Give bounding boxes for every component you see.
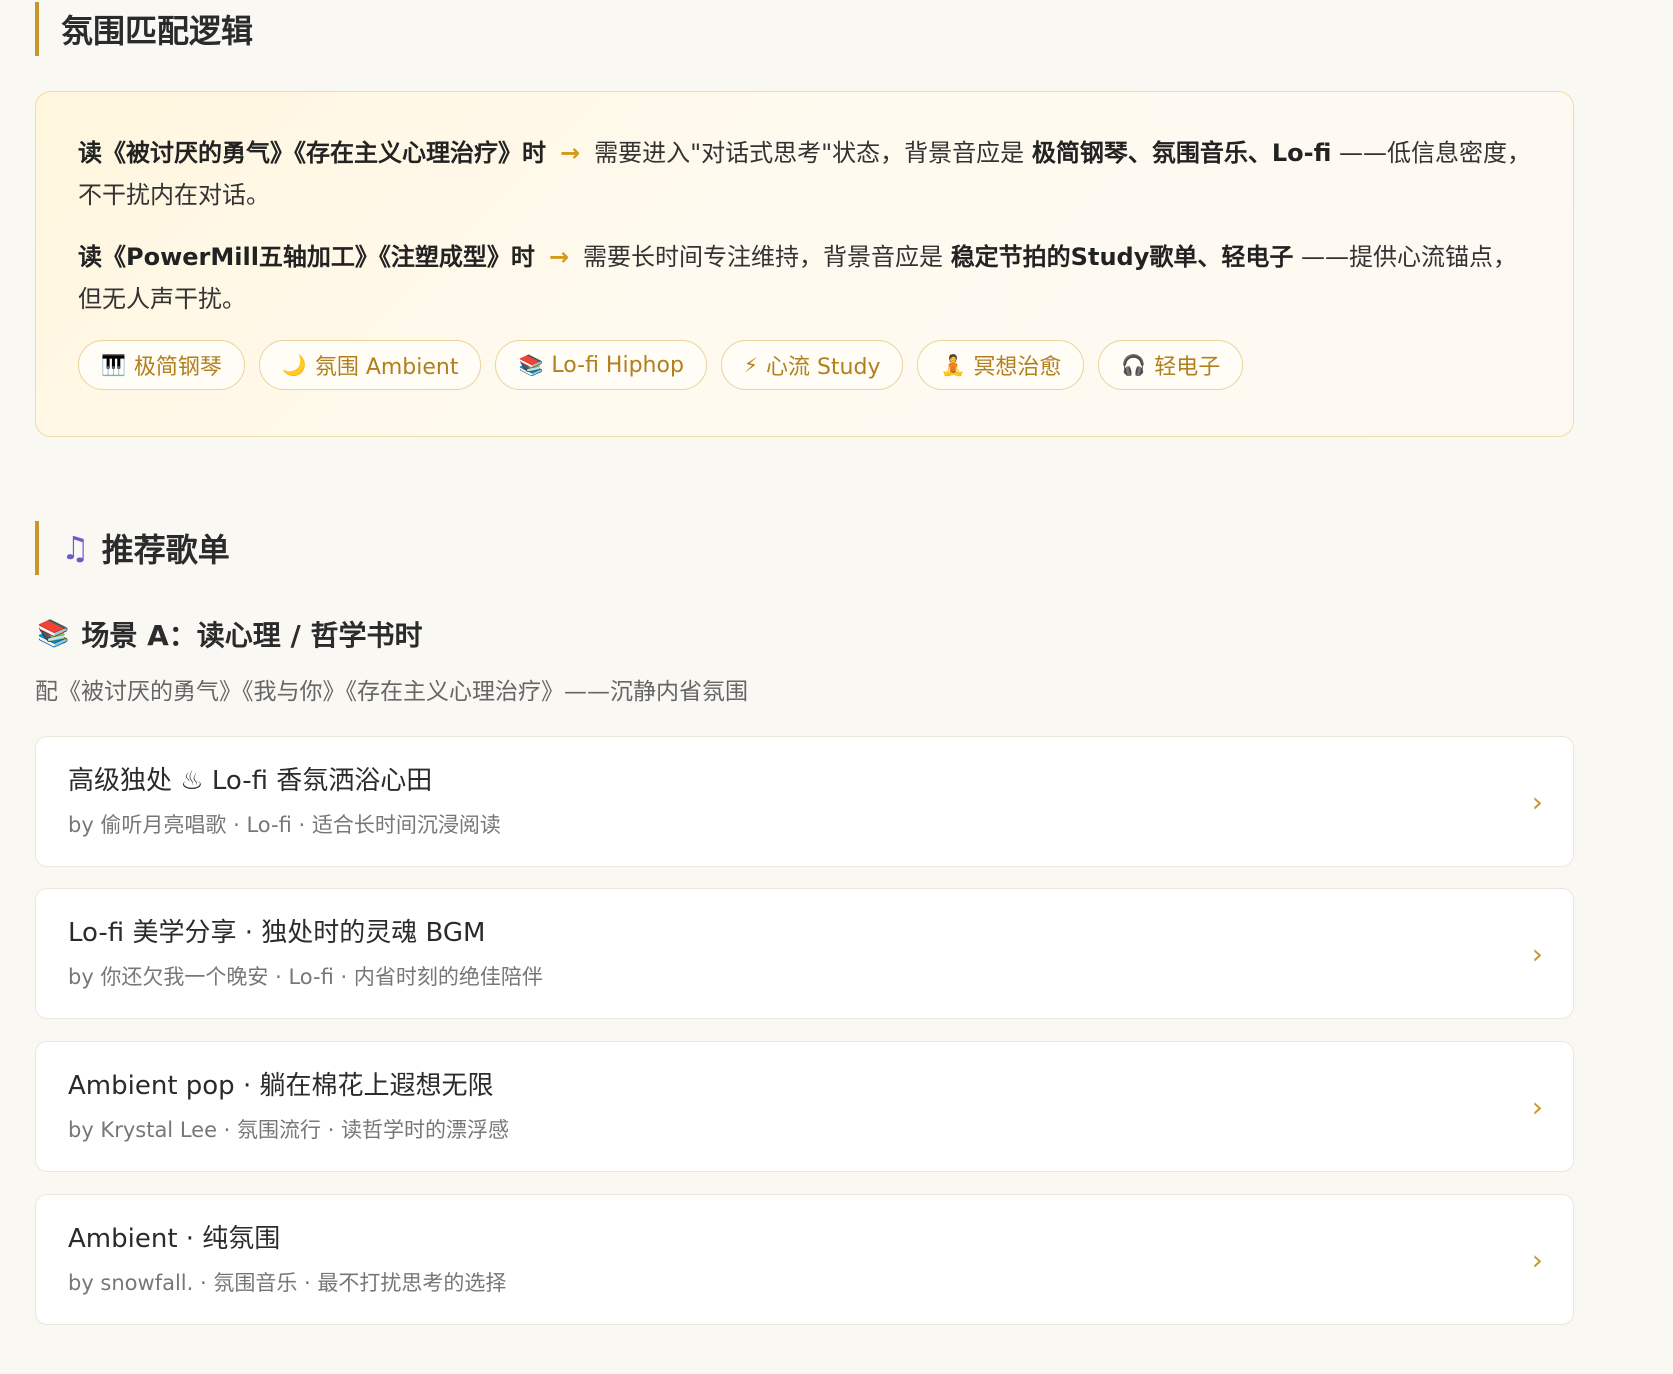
section-title: 氛围匹配逻辑 bbox=[61, 12, 254, 50]
books-icon: 📚 bbox=[518, 353, 544, 377]
section-heading-atmosphere: 氛围匹配逻辑 bbox=[35, 2, 253, 56]
playlist-card[interactable]: Ambient · 纯氛围 by snowfall. · 氛围音乐 · 最不打扰… bbox=[35, 1194, 1574, 1325]
section-heading-playlists: ♫ 推荐歌单 bbox=[35, 521, 230, 575]
moon-icon: 🌙 bbox=[281, 353, 307, 377]
tag-label: 轻电子 bbox=[1154, 355, 1221, 380]
scene-title-text: 场景 A：读心理 / 哲学书时 bbox=[81, 619, 423, 652]
logic-highlight: 稳定节拍的Study歌单、轻电子 bbox=[950, 243, 1294, 271]
tag-lofi[interactable]: 📚 Lo-fi Hiphop bbox=[495, 340, 707, 390]
books-icon: 📚 bbox=[37, 619, 70, 649]
page: 氛围匹配逻辑 读《被讨厌的勇气》《存在主义心理治疗》时 → 需要进入"对话式思考"状… bbox=[0, 0, 1673, 1374]
scene-description: 配《被讨厌的勇气》《我与你》《存在主义心理治疗》——沉静内省氛围 bbox=[35, 679, 748, 705]
genre-tags: 🎹 极简钢琴 🌙 氛围 Ambient 📚 Lo-fi Hiphop ⚡ 心流 Stud… bbox=[78, 340, 1531, 390]
logic-lead: 读《被讨厌的勇气》《存在主义心理治疗》时 bbox=[78, 139, 546, 167]
scene-title: 📚 场景 A：读心理 / 哲学书时 bbox=[37, 614, 423, 654]
chevron-right-icon: › bbox=[1531, 1090, 1543, 1123]
piano-icon: 🎹 bbox=[101, 353, 126, 377]
tag-label: 心流 Study bbox=[765, 355, 881, 380]
logic-paragraph-psychology: 读《被讨厌的勇气》《存在主义心理治疗》时 → 需要进入"对话式思考"状态，背景音应是… bbox=[78, 132, 1538, 216]
logic-mid: 需要进入"对话式思考"状态，背景音应是 bbox=[594, 139, 1025, 167]
logic-paragraph-technical: 读《PowerMill五轴加工》《注塑成型》时 → 需要长时间专注维持，背景音应是 … bbox=[78, 236, 1538, 320]
chevron-right-icon: › bbox=[1531, 785, 1543, 818]
arrow-icon: → bbox=[548, 243, 570, 271]
logic-lead: 读《PowerMill五轴加工》《注塑成型》时 bbox=[78, 243, 535, 271]
playlist-subtitle: by snowfall. · 氛围音乐 · 最不打扰思考的选择 bbox=[68, 1271, 507, 1295]
tag-study[interactable]: ⚡ 心流 Study bbox=[720, 340, 904, 390]
playlist-title: Ambient · 纯氛围 bbox=[68, 1224, 281, 1254]
tag-label: 极简钢琴 bbox=[133, 355, 222, 380]
playlist-title: Lo-fi 美学分享 · 独处时的灵魂 BGM bbox=[68, 918, 486, 948]
music-note-icon: ♫ bbox=[61, 529, 90, 567]
section-title: 推荐歌单 bbox=[101, 531, 230, 569]
playlist-subtitle: by 你还欠我一个晚安 · Lo-fi · 内省时刻的绝佳陪伴 bbox=[68, 965, 543, 989]
tag-label: 氛围 Ambient bbox=[314, 355, 459, 380]
logic-highlight: 极简钢琴、氛围音乐、Lo-fi bbox=[1031, 139, 1332, 167]
logic-mid: 需要长时间专注维持，背景音应是 bbox=[583, 243, 944, 271]
tag-ambient[interactable]: 🌙 氛围 Ambient bbox=[258, 340, 482, 390]
atmosphere-logic-card: 读《被讨厌的勇气》《存在主义心理治疗》时 → 需要进入"对话式思考"状态，背景音应是… bbox=[35, 91, 1574, 437]
meditation-icon: 🧘 bbox=[940, 353, 966, 377]
tag-meditation[interactable]: 🧘 冥想治愈 bbox=[917, 340, 1085, 390]
playlist-subtitle: by Krystal Lee · 氛围流行 · 读哲学时的漂浮感 bbox=[68, 1118, 510, 1142]
playlist-card[interactable]: Lo-fi 美学分享 · 独处时的灵魂 BGM by 你还欠我一个晚安 · Lo… bbox=[35, 888, 1574, 1019]
lightning-icon: ⚡ bbox=[743, 353, 758, 377]
chevron-right-icon: › bbox=[1531, 937, 1543, 970]
tag-label: Lo-fi Hiphop bbox=[551, 352, 684, 378]
tag-electronic[interactable]: 🎧 轻电子 bbox=[1098, 340, 1244, 390]
playlist-title: 高级独处 ♨ Lo-fi 香氛洒浴心田 bbox=[68, 766, 433, 796]
headphones-icon: 🎧 bbox=[1121, 353, 1147, 377]
tag-label: 冥想治愈 bbox=[973, 355, 1062, 380]
playlist-card[interactable]: 高级独处 ♨ Lo-fi 香氛洒浴心田 by 偷听月亮唱歌 · Lo-fi · … bbox=[35, 736, 1574, 867]
playlist-subtitle: by 偷听月亮唱歌 · Lo-fi · 适合长时间沉浸阅读 bbox=[68, 813, 501, 837]
arrow-icon: → bbox=[560, 139, 581, 167]
chevron-right-icon: › bbox=[1531, 1243, 1543, 1276]
tag-piano[interactable]: 🎹 极简钢琴 bbox=[78, 340, 245, 390]
playlist-title: Ambient pop · 躺在棉花上遐想无限 bbox=[68, 1071, 494, 1101]
playlist-card[interactable]: Ambient pop · 躺在棉花上遐想无限 by Krystal Lee ·… bbox=[35, 1041, 1574, 1172]
